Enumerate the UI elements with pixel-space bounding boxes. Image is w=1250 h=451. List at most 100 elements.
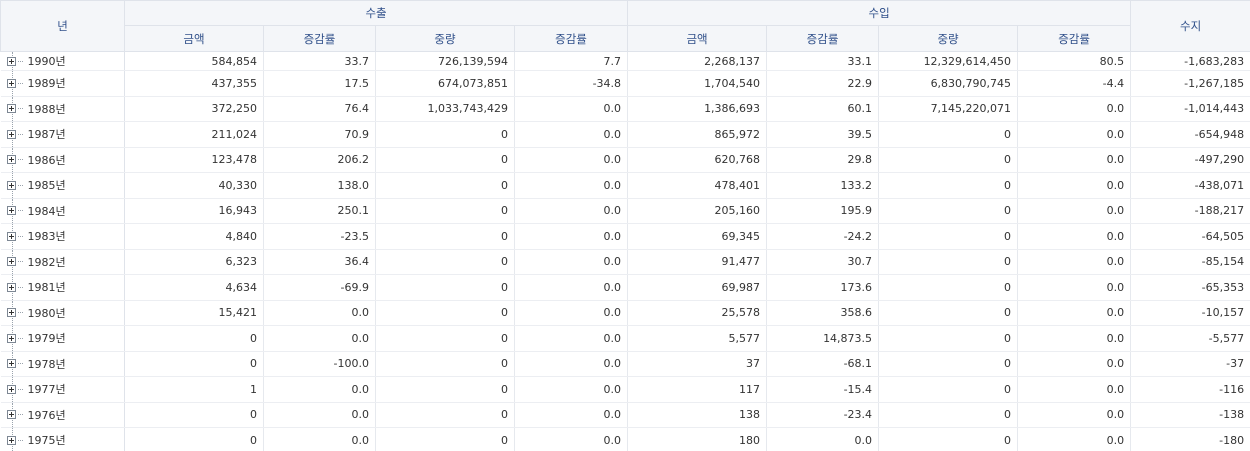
imports-weight-change-cell: 0.0 — [1017, 402, 1132, 428]
year-label: 1978년 — [27, 357, 66, 371]
plus-box-icon[interactable] — [6, 231, 16, 241]
exports-amount-cell: 0 — [124, 351, 264, 377]
imports-amount-cell: 69,345 — [627, 223, 768, 250]
imports-amount-cell: 25,578 — [627, 300, 768, 326]
exports-weight-change-cell: 0.0 — [514, 300, 629, 326]
table-row[interactable]: 1989년 437,355 17.5 674,073,851 -34.8 1,704,54… — [0, 70, 1250, 97]
exports-amount-cell: 372,250 — [124, 96, 264, 122]
plus-box-icon[interactable] — [6, 155, 16, 165]
exports-weight-cell: 0 — [375, 147, 515, 173]
year-cell: 1982년 — [0, 249, 125, 275]
table-row[interactable]: 1986년 123,478 206.2 0 0.0 620,768 29.8 0 0.0 -497… — [0, 147, 1250, 173]
exports-weight-cell: 726,139,594 — [375, 51, 515, 71]
exports-amount-cell: 584,854 — [124, 51, 264, 71]
year-label: 1980년 — [27, 306, 66, 320]
imports-weight-cell: 0 — [878, 249, 1019, 275]
plus-box-icon[interactable] — [6, 180, 16, 190]
table-row[interactable]: 1990년 584,854 33.7 726,139,594 7.7 2,268,137 3… — [0, 51, 1250, 71]
plus-box-icon[interactable] — [6, 129, 16, 139]
exports-amount-cell: 6,323 — [124, 249, 264, 275]
exports-amount-header[interactable]: 금액 — [124, 25, 264, 52]
exports-change-rate-cell: 0.0 — [263, 376, 376, 403]
plus-box-icon[interactable] — [6, 257, 16, 267]
imports-amount-cell: 620,768 — [627, 147, 768, 173]
table-row[interactable]: 1988년 372,250 76.4 1,033,743,429 0.0 1,386,69… — [0, 96, 1250, 122]
imports-weight-change-cell: 0.0 — [1017, 223, 1132, 250]
table-row[interactable]: 1976년 0 0.0 0 0.0 138 -23.4 0 0.0 -138 — [0, 402, 1250, 428]
exports-change-rate-cell: 250.1 — [263, 198, 376, 224]
year-label: 1985년 — [27, 179, 66, 193]
exports-weight-cell: 0 — [375, 274, 515, 301]
trade-table: 년 수출 수입 수지 금액 증감률 중량 증감률 금액 증감률 중량 증감률 1… — [0, 0, 1250, 451]
table-row[interactable]: 1977년 1 0.0 0 0.0 117 -15.4 0 0.0 -116 — [0, 376, 1250, 403]
exports-weight-change-header[interactable]: 증감률 — [513, 25, 629, 52]
plus-box-icon[interactable] — [6, 359, 16, 369]
plus-box-icon[interactable] — [6, 410, 16, 420]
imports-weight-cell: 0 — [878, 223, 1019, 250]
tree-connector — [17, 414, 23, 416]
trade-data-grid: 년 수출 수입 수지 금액 증감률 중량 증감률 금액 증감률 중량 증감률 1… — [0, 0, 1250, 451]
table-row[interactable]: 1975년 0 0.0 0 0.0 180 0.0 0 0.0 -180 — [0, 427, 1250, 451]
plus-box-icon[interactable] — [6, 308, 16, 318]
imports-change-rate-cell: 30.7 — [766, 249, 880, 275]
plus-box-icon[interactable] — [6, 56, 16, 66]
exports-weight-header[interactable]: 중량 — [375, 25, 515, 52]
table-row[interactable]: 1981년 4,634 -69.9 0 0.0 69,987 173.6 0 0.0 -65,35… — [0, 274, 1250, 301]
exports-amount-cell: 16,943 — [124, 198, 264, 224]
plus-box-icon[interactable] — [6, 435, 16, 445]
plus-box-icon[interactable] — [6, 282, 16, 292]
exports-change-rate-cell: 0.0 — [263, 427, 376, 451]
imports-change-rate-cell: 22.9 — [766, 70, 880, 97]
table-row[interactable]: 1985년 40,330 138.0 0 0.0 478,401 133.2 0 0.0 -438… — [0, 172, 1250, 199]
plus-box-icon[interactable] — [6, 104, 16, 114]
exports-amount-cell: 4,634 — [124, 274, 264, 301]
balance-cell: -188,217 — [1130, 198, 1250, 224]
exports-change-rate-header[interactable]: 증감률 — [263, 25, 376, 52]
balance-cell: -1,683,283 — [1130, 51, 1250, 71]
exports-amount-cell: 0 — [124, 402, 264, 428]
imports-amount-cell: 865,972 — [627, 121, 768, 148]
imports-amount-cell: 5,577 — [627, 325, 768, 352]
plus-box-icon[interactable] — [6, 333, 16, 343]
year-cell: 1983년 — [0, 223, 125, 250]
imports-change-rate-cell: 358.6 — [766, 300, 880, 326]
exports-amount-cell: 40,330 — [124, 172, 264, 199]
exports-amount-cell: 1 — [124, 376, 264, 403]
balance-column-header[interactable]: 수지 — [1130, 0, 1250, 52]
balance-cell: -65,353 — [1130, 274, 1250, 301]
imports-weight-header[interactable]: 중량 — [878, 25, 1019, 52]
imports-weight-change-header[interactable]: 증감률 — [1017, 25, 1132, 52]
table-row[interactable]: 1983년 4,840 -23.5 0 0.0 69,345 -24.2 0 0.0 -64,50… — [0, 223, 1250, 250]
balance-cell: -5,577 — [1130, 325, 1250, 352]
imports-weight-cell: 0 — [878, 376, 1019, 403]
year-cell: 1976년 — [0, 402, 125, 428]
exports-weight-change-cell: 0.0 — [514, 249, 629, 275]
balance-cell: -10,157 — [1130, 300, 1250, 326]
table-row[interactable]: 1987년 211,024 70.9 0 0.0 865,972 39.5 0 0.0 -654,… — [0, 121, 1250, 148]
imports-weight-change-cell: 0.0 — [1017, 147, 1132, 173]
plus-box-icon[interactable] — [6, 206, 16, 216]
imports-weight-change-cell: 0.0 — [1017, 274, 1132, 301]
exports-change-rate-cell: 206.2 — [263, 147, 376, 173]
year-label: 1977년 — [27, 383, 66, 397]
year-cell: 1981년 — [0, 274, 125, 301]
imports-change-rate-cell: 29.8 — [766, 147, 880, 173]
imports-weight-cell: 0 — [878, 121, 1019, 148]
year-label: 1987년 — [27, 128, 66, 142]
year-column-header[interactable]: 년 — [0, 0, 125, 52]
table-row[interactable]: 1978년 0 -100.0 0 0.0 37 -68.1 0 0.0 -37 — [0, 351, 1250, 377]
table-row[interactable]: 1980년 15,421 0.0 0 0.0 25,578 358.6 0 0.0 -10,157 — [0, 300, 1250, 326]
table-row[interactable]: 1984년 16,943 250.1 0 0.0 205,160 195.9 0 0.0 -188… — [0, 198, 1250, 224]
tree-connector — [17, 312, 23, 314]
plus-box-icon[interactable] — [6, 384, 16, 394]
imports-amount-header[interactable]: 금액 — [627, 25, 768, 52]
plus-box-icon[interactable] — [6, 78, 16, 88]
exports-weight-cell: 0 — [375, 198, 515, 224]
tree-connector — [17, 235, 23, 237]
imports-weight-change-cell: 0.0 — [1017, 300, 1132, 326]
imports-change-rate-header[interactable]: 증감률 — [766, 25, 880, 52]
table-row[interactable]: 1982년 6,323 36.4 0 0.0 91,477 30.7 0 0.0 -85,154 — [0, 249, 1250, 275]
table-row[interactable]: 1979년 0 0.0 0 0.0 5,577 14,873.5 0 0.0 -5,577 — [0, 325, 1250, 352]
year-label: 1984년 — [27, 204, 66, 218]
imports-weight-cell: 7,145,220,071 — [878, 96, 1019, 122]
